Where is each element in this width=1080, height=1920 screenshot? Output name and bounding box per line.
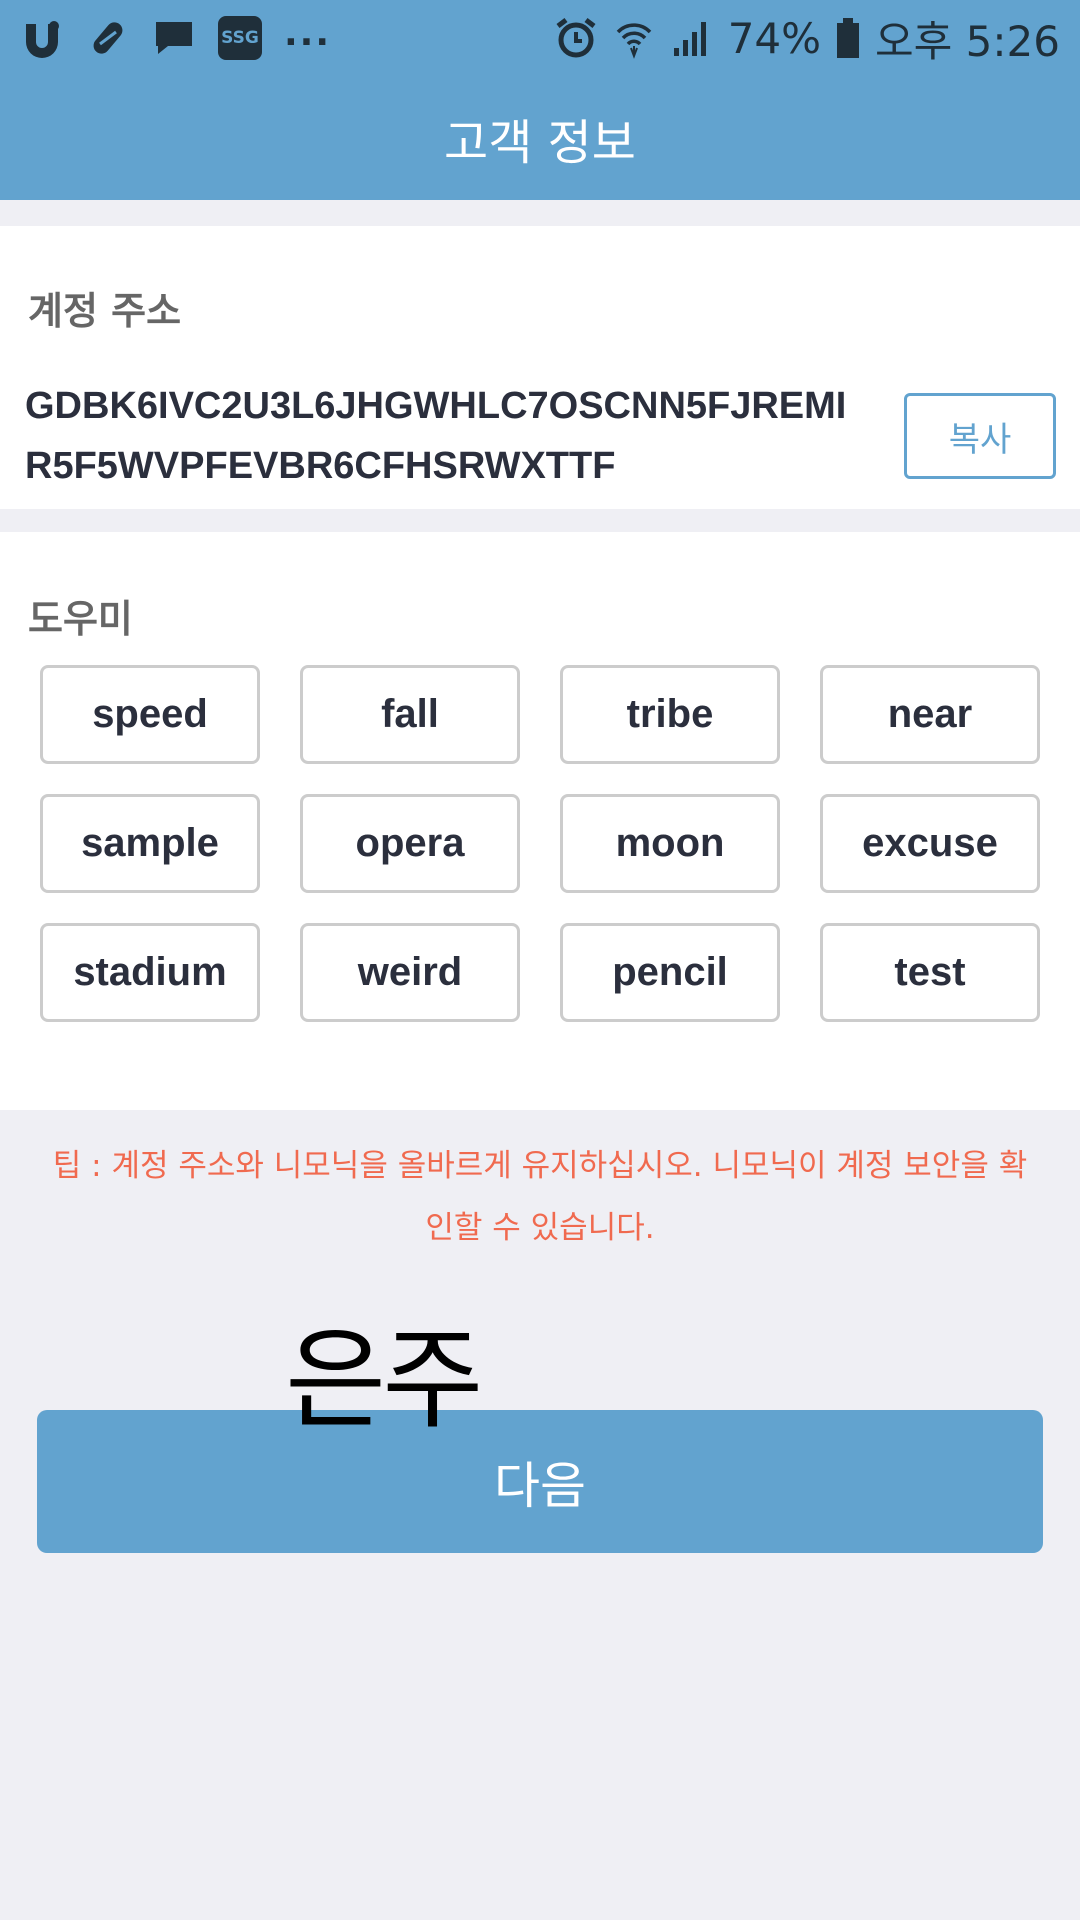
alarm-icon: [554, 16, 598, 60]
next-button[interactable]: 다음: [37, 1410, 1043, 1553]
app-bar: 고객 정보: [0, 76, 1080, 200]
wifi-icon: [612, 16, 656, 60]
mnemonic-word-grid: speed fall tribe near sample opera moon …: [40, 665, 1040, 1022]
mnemonic-word: test: [820, 923, 1040, 1022]
status-bar-left: SSG ...: [20, 12, 332, 60]
mnemonic-word: stadium: [40, 923, 260, 1022]
account-address-value: GDBK6IVC2U3L6JHGWHLC7OSCNN5FJREMIR5F5WVP…: [25, 385, 847, 487]
uplus-icon: [20, 16, 64, 60]
mnemonic-word: moon: [560, 794, 780, 893]
mnemonic-word: fall: [300, 665, 520, 764]
mnemonic-word: weird: [300, 923, 520, 1022]
tip-text: 팁 : 계정 주소와 니모닉을 올바르게 유지하십시오. 니모닉이 계정 보안을…: [52, 1148, 1028, 1246]
mnemonic-word: excuse: [820, 794, 1040, 893]
battery-percent: 74%: [727, 13, 822, 63]
mnemonic-word: sample: [40, 794, 260, 893]
overlay-text: 은주: [285, 1316, 483, 1444]
status-bar-right: 74% 오후 5:26: [554, 8, 1060, 69]
battery-icon: [835, 16, 861, 60]
account-address-label: 계정 주소: [28, 289, 182, 333]
status-time: 오후 5:26: [875, 16, 1060, 66]
account-address-card: 계정 주소 GDBK6IVC2U3L6JHGWHLC7OSCNN5FJREMIR…: [0, 226, 1080, 509]
pill-icon: [86, 16, 130, 60]
mnemonic-word: near: [820, 665, 1040, 764]
page-title: 고객 정보: [444, 115, 636, 171]
ssg-icon: SSG: [218, 16, 262, 60]
mnemonic-word: opera: [300, 794, 520, 893]
more-notifications: ...: [284, 12, 332, 54]
mnemonic-word: speed: [40, 665, 260, 764]
mnemonic-card: 도우미 speed fall tribe near sample opera m…: [0, 532, 1080, 1110]
status-bar: SSG ... 74% 오후 5:26: [0, 0, 1080, 76]
mnemonic-word: pencil: [560, 923, 780, 1022]
chat-bubble-icon: [152, 16, 196, 60]
signal-icon: [670, 16, 714, 60]
mnemonic-label: 도우미: [28, 597, 133, 641]
mnemonic-word: tribe: [560, 665, 780, 764]
copy-button[interactable]: 복사: [904, 393, 1056, 479]
